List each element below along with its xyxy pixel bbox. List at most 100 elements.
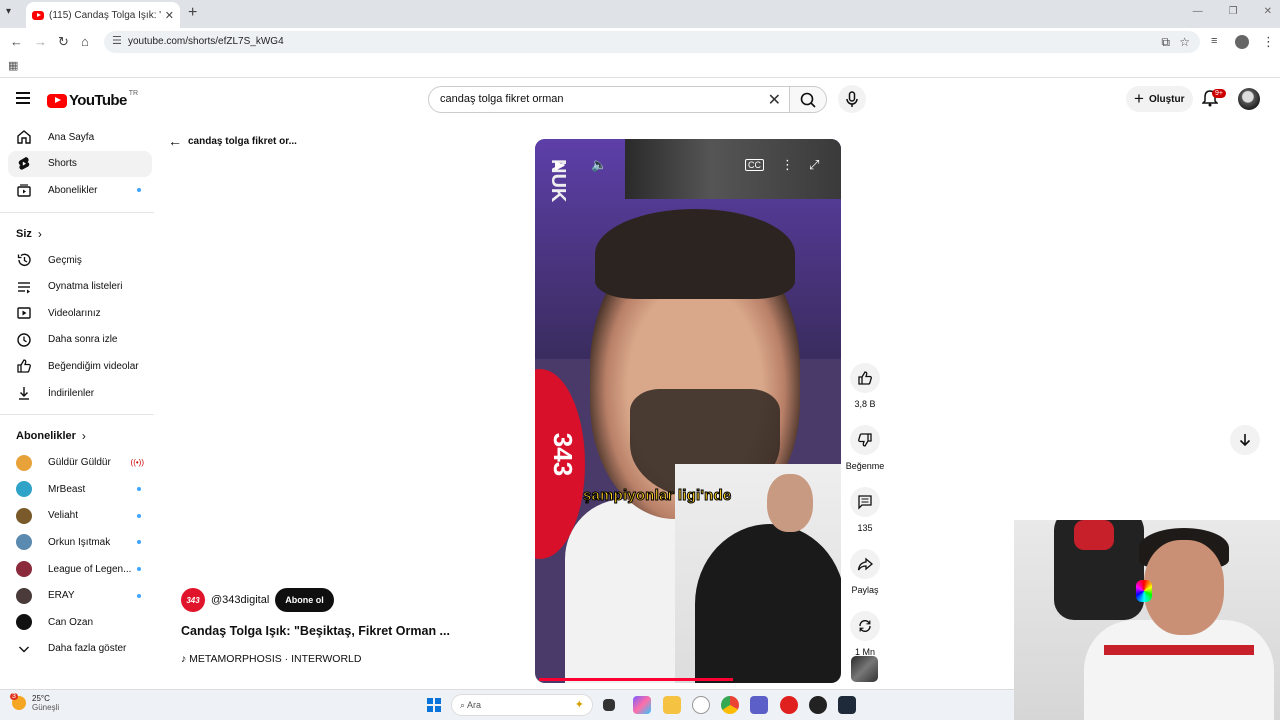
site-info-icon[interactable]: ☰ [112, 34, 122, 47]
sidebar-item-label: İndirilenler [48, 387, 95, 399]
url-field[interactable]: ☰ youtube.com/shorts/efZL7S_kWG4 ⧉ ☆ [104, 31, 1200, 53]
channel-avatar[interactable]: 343 [181, 588, 205, 612]
video-title[interactable]: Candaş Tolga Işık: "Beşiktaş, Fikret Orm… [181, 624, 471, 638]
taskbar-search[interactable]: ⌕ Ara ✦ [451, 694, 593, 716]
sidebar-item-label: Daha sonra izle [48, 334, 118, 346]
home-browser-icon[interactable]: ⌂ [81, 34, 89, 49]
sidebar-item-shorts[interactable]: Shorts [8, 150, 152, 178]
weather-widget[interactable]: 3 25°C Güneşli [10, 693, 59, 712]
search-input[interactable]: candaş tolga fikret orman ✕ [428, 86, 790, 113]
streamer-shirt [1084, 620, 1274, 720]
app-red-icon[interactable] [780, 696, 798, 714]
channel-avatar [16, 587, 32, 604]
close-tab-icon[interactable]: ✕ [165, 9, 174, 22]
subscribe-button[interactable]: Abone ol [275, 588, 334, 612]
sidebar-subscription-item[interactable]: Veliaht [8, 503, 152, 530]
file-explorer-icon[interactable] [663, 696, 681, 714]
sidebar-subscription-item[interactable]: Can Ozan [8, 609, 152, 636]
channel-handle[interactable]: @343digital [211, 594, 269, 606]
windows-start-icon[interactable] [427, 698, 441, 712]
app-icon[interactable] [692, 696, 710, 714]
install-app-icon[interactable]: ⧉ [1161, 35, 1170, 50]
browser-tab[interactable]: (115) Candaş Tolga Işık: "Beşiktaş ✕ [26, 2, 180, 28]
captions-icon[interactable]: CC [745, 159, 764, 171]
comment-icon [850, 487, 880, 517]
search-button[interactable] [789, 86, 827, 113]
sidebar-subscription-item[interactable]: Orkun Işıtmak [8, 529, 152, 556]
fullscreen-icon[interactable]: ⤢ [809, 157, 819, 173]
channel-avatar-image [16, 507, 32, 524]
chrome-icon[interactable] [721, 696, 739, 714]
back-arrow-icon[interactable]: ← [10, 34, 23, 49]
bookmark-star-icon[interactable]: ☆ [1179, 35, 1190, 49]
progress-bar[interactable] [539, 678, 733, 681]
sidebar-item-liked-videos[interactable]: Beğendiğim videolar [8, 353, 152, 380]
tab-search-icon[interactable]: ▾ [6, 6, 11, 17]
shorts-video-player[interactable]: NUK 343 şampiyonlar ligi'nde ▶ 🔈 CC ⋮ ⤢ [535, 139, 841, 683]
sidebar-item-history[interactable]: Geçmiş [8, 247, 152, 274]
sidebar-section-you[interactable]: Siz › [0, 221, 154, 247]
share-icon [850, 549, 880, 579]
create-button[interactable]: + Oluştur [1126, 86, 1193, 112]
sidebar-subscription-item[interactable]: MrBeast [8, 476, 152, 503]
sidebar-item-label: Videolarınız [48, 307, 101, 319]
share-button[interactable]: Paylaş [845, 549, 885, 608]
sidebar-subscription-item[interactable]: League of Legen... [8, 556, 152, 583]
comments-button[interactable]: 135 [845, 487, 885, 546]
search-icon [800, 92, 816, 108]
sidebar-item-label: League of Legen... [48, 563, 132, 575]
music-row[interactable]: ♪ METAMORPHOSIS · INTERWORLD [181, 653, 361, 665]
task-view-icon[interactable] [603, 699, 615, 711]
app-dark-icon[interactable] [809, 696, 827, 714]
sidebar-subscription-item[interactable]: Güldür Güldür ((•)) [8, 449, 152, 476]
playlists-icon [16, 279, 32, 295]
back-to-search[interactable]: ← candaş tolga fikret or... [168, 133, 297, 149]
thumbs-down-icon [850, 425, 880, 455]
browser-menu-icon[interactable]: ⋮ [1262, 34, 1275, 50]
clear-search-icon[interactable]: ✕ [768, 90, 781, 110]
minimize-icon[interactable]: — [1193, 6, 1203, 17]
volume-icon[interactable]: 🔈 [591, 157, 607, 173]
sidebar-divider [0, 211, 154, 213]
voice-search-button[interactable] [838, 85, 866, 113]
new-tab-icon[interactable]: + [188, 4, 197, 22]
channel-avatar [16, 454, 32, 471]
sidebar-item-watch-later[interactable]: Daha sonra izle [8, 327, 152, 354]
downloads-icon [16, 385, 32, 401]
sidebar-section-subscriptions[interactable]: Abonelikler › [0, 423, 154, 449]
like-button[interactable]: 3,8 B [845, 363, 885, 422]
sound-thumbnail[interactable] [851, 656, 878, 682]
channel-avatar [16, 507, 32, 524]
copilot-app-icon[interactable] [633, 696, 651, 714]
sidebar-subscription-item[interactable]: ERAY [8, 582, 152, 609]
sidebar-item-home[interactable]: Ana Sayfa [8, 124, 152, 151]
teams-icon[interactable] [750, 696, 768, 714]
menu-hamburger-icon[interactable] [16, 92, 30, 107]
reading-list-icon[interactable]: ≡ [1211, 35, 1217, 47]
sidebar-item-your-videos[interactable]: Videolarınız [8, 300, 152, 327]
logo-text: YouTube [69, 92, 127, 109]
show-more-button[interactable]: Daha fazla göster [8, 636, 152, 663]
next-video-button[interactable] [1230, 425, 1260, 455]
account-avatar[interactable] [1238, 88, 1260, 110]
sidebar-item-playlists[interactable]: Oynatma listeleri [8, 273, 152, 300]
close-window-icon[interactable]: ✕ [1264, 6, 1272, 17]
dislike-button[interactable]: Beğenme [845, 425, 885, 484]
sidebar-item-subscriptions[interactable]: Abonelikler [8, 177, 152, 204]
youtube-logo[interactable]: YouTube TR [47, 90, 139, 109]
reload-icon[interactable]: ↻ [58, 34, 69, 50]
windows-taskbar: 3 25°C Güneşli ⌕ Ara ✦ [0, 689, 1014, 720]
profile-avatar[interactable] [1235, 35, 1249, 49]
restore-icon[interactable]: ❐ [1229, 6, 1238, 17]
more-options-icon[interactable]: ⋮ [781, 157, 794, 173]
country-code: TR [128, 90, 139, 97]
sidebar-item-downloads[interactable]: İndirilenler [8, 380, 152, 407]
like-count: 3,8 B [854, 399, 876, 409]
game-launcher-icon[interactable] [838, 696, 856, 714]
play-icon[interactable]: ▶ [555, 157, 565, 173]
chevron-right-icon: › [81, 429, 86, 444]
apps-grid-icon[interactable]: ▦ [8, 59, 18, 72]
forward-arrow-icon[interactable]: → [34, 34, 47, 49]
microphone-icon [846, 91, 858, 107]
home-icon [16, 129, 32, 145]
